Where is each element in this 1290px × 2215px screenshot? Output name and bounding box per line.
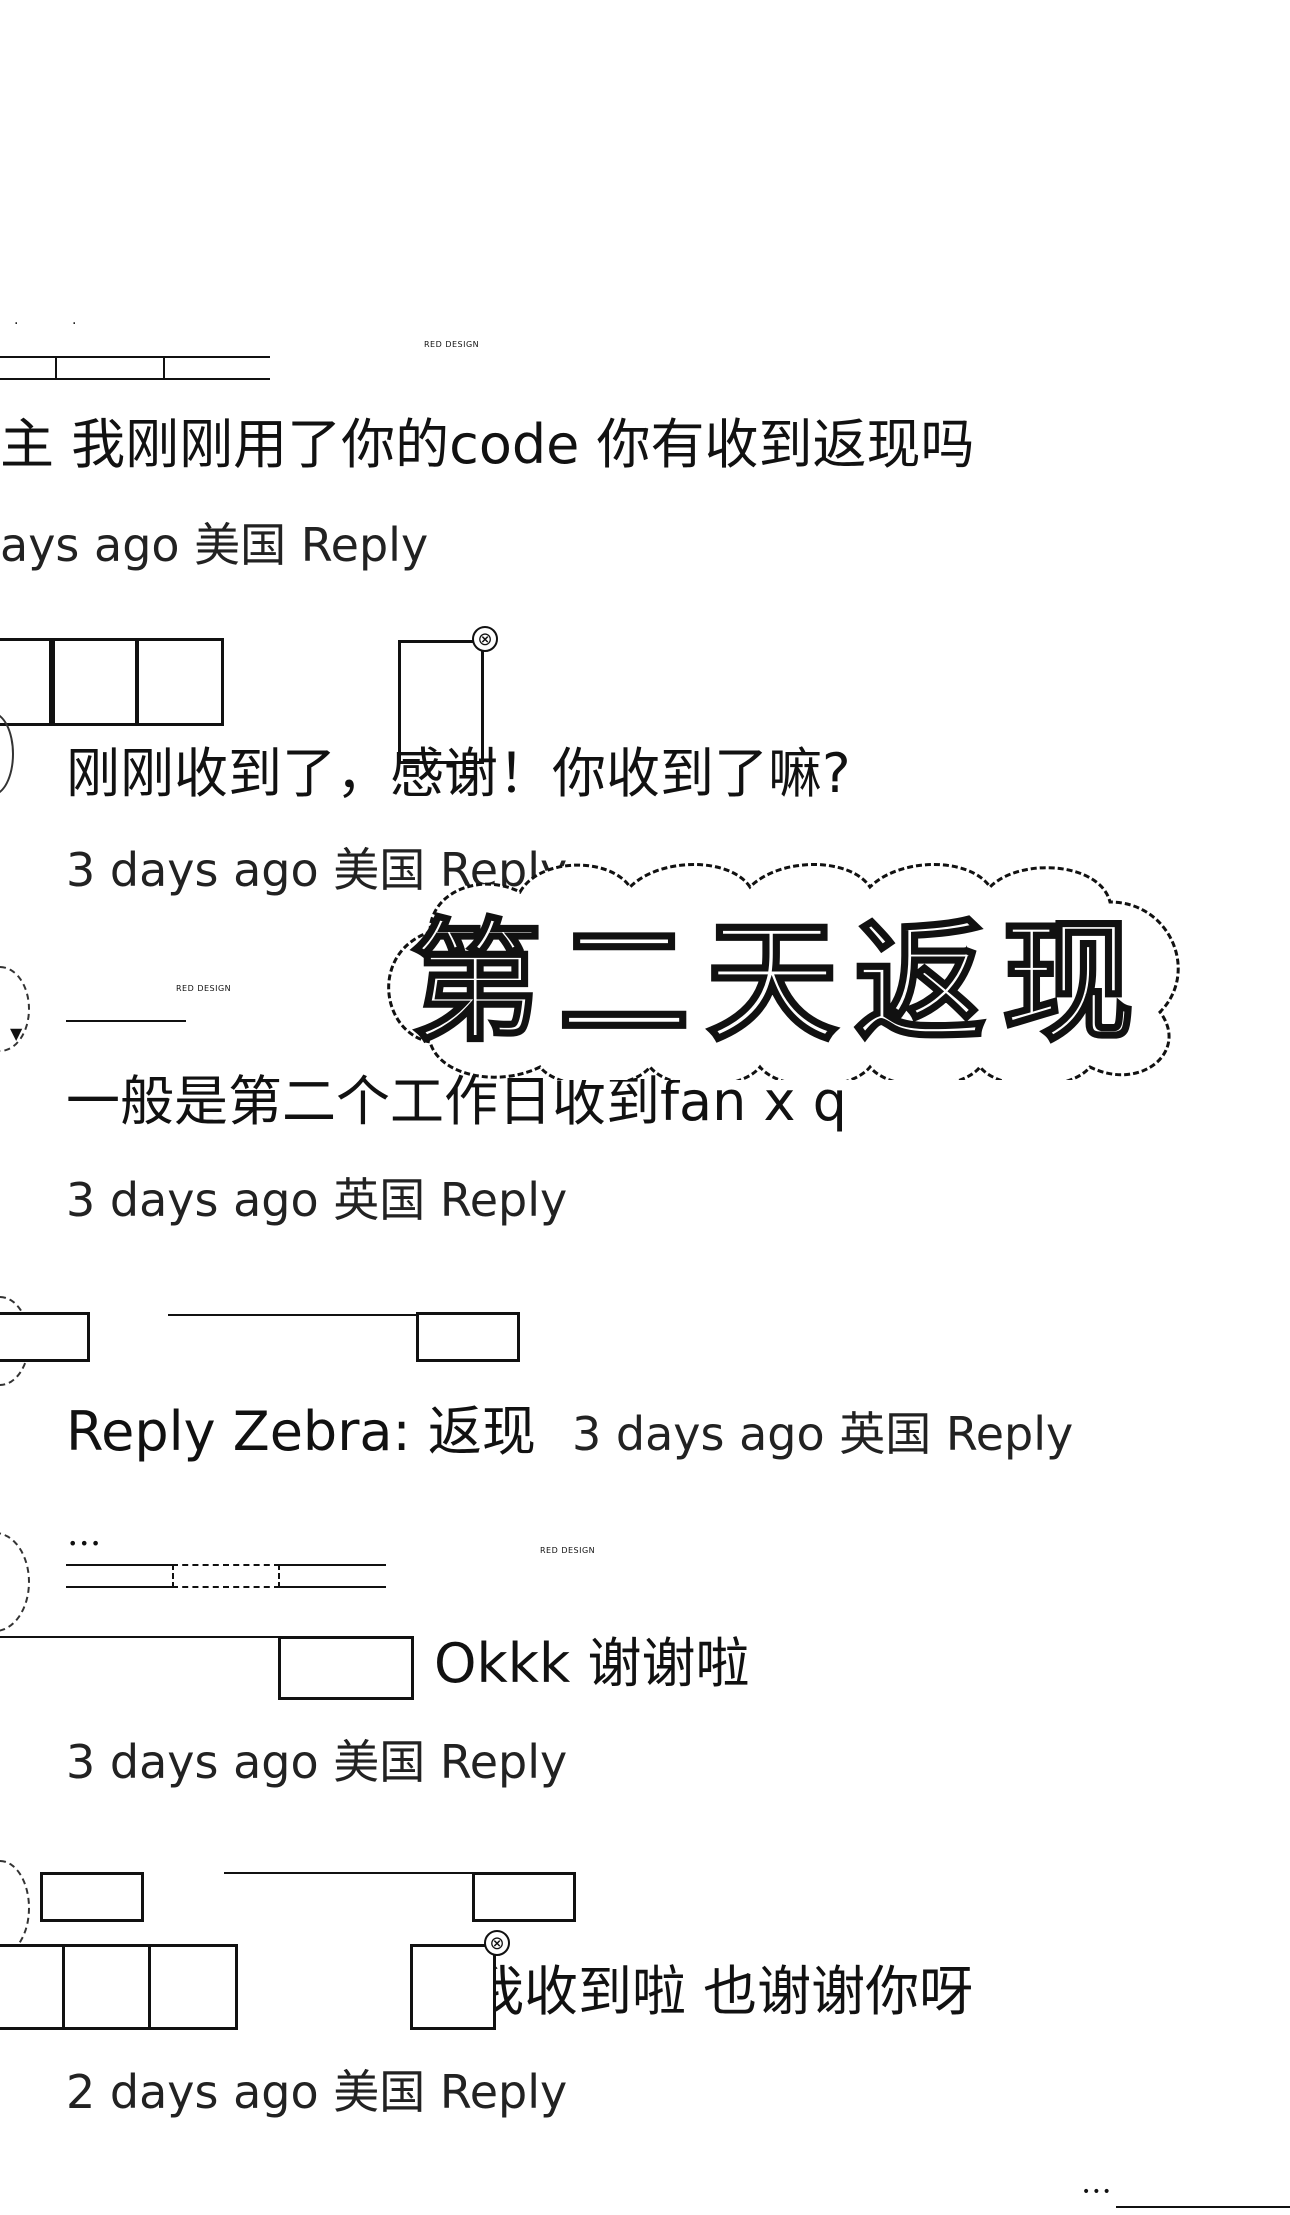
redacted-username-bar bbox=[224, 1872, 476, 1892]
close-icon[interactable]: ⊗ bbox=[484, 1930, 510, 1956]
close-icon[interactable]: ⊗ bbox=[472, 626, 498, 652]
redacted-box bbox=[136, 638, 224, 726]
comment-meta: ays ago 美国 Reply bbox=[0, 518, 429, 572]
redacted-box bbox=[0, 1312, 90, 1362]
comment-meta: 3 days ago 英国 Reply bbox=[66, 1173, 568, 1227]
redacted-box bbox=[52, 638, 138, 726]
redacted-box bbox=[148, 1944, 238, 2030]
comment-meta: 3 days ago 美国 Reply bbox=[66, 1735, 568, 1789]
comment-text: 我收到啦 也谢谢你呀 bbox=[470, 1960, 974, 2023]
chevron-down-icon: ▼ bbox=[10, 1024, 23, 1043]
red-design-label: RED DESIGN bbox=[540, 1546, 596, 1555]
redacted-box bbox=[40, 1872, 144, 1922]
redacted-username-bar bbox=[0, 1636, 282, 1660]
red-design-label: RED DESIGN bbox=[424, 340, 480, 349]
redacted-box bbox=[0, 638, 52, 726]
comment-meta: 3 days ago 英国 Reply bbox=[572, 1407, 1074, 1461]
red-design-label: RED DESIGN bbox=[176, 984, 232, 993]
more-dots-icon[interactable]: ••• bbox=[1082, 2184, 1113, 2200]
comment-meta: 2 days ago 美国 Reply bbox=[66, 2065, 568, 2119]
redacted-username-bar bbox=[66, 1020, 186, 1024]
more-dots-icon[interactable]: ••• bbox=[68, 1534, 102, 1553]
redacted-box bbox=[472, 1872, 576, 1922]
comment-text: Reply Zebra: 返现 bbox=[66, 1400, 536, 1463]
redacted-box bbox=[0, 1944, 66, 2030]
more-dots-icon: · · bbox=[14, 316, 79, 332]
comment-text: Okkk 谢谢啦 bbox=[434, 1632, 750, 1695]
redacted-username-bar bbox=[168, 1314, 418, 1334]
image-thumbnail[interactable] bbox=[410, 1944, 496, 2030]
divider bbox=[1116, 2206, 1290, 2208]
redacted-box bbox=[172, 1564, 280, 1588]
comment-text: 主 我刚刚用了你的code 你有收到返现吗 bbox=[0, 413, 975, 476]
avatar bbox=[0, 1860, 30, 1956]
redacted-box bbox=[55, 356, 165, 380]
image-thumbnail[interactable] bbox=[278, 1636, 414, 1700]
sticker-text: 第二天返现 bbox=[409, 903, 1150, 1061]
avatar bbox=[0, 1532, 30, 1632]
sticker-overlay: 第二天返现 bbox=[370, 862, 1190, 1080]
comment-text: 刚刚收到了，感谢！你收到了嘛? bbox=[66, 742, 851, 805]
redacted-box bbox=[416, 1312, 520, 1362]
redacted-box bbox=[62, 1944, 152, 2030]
